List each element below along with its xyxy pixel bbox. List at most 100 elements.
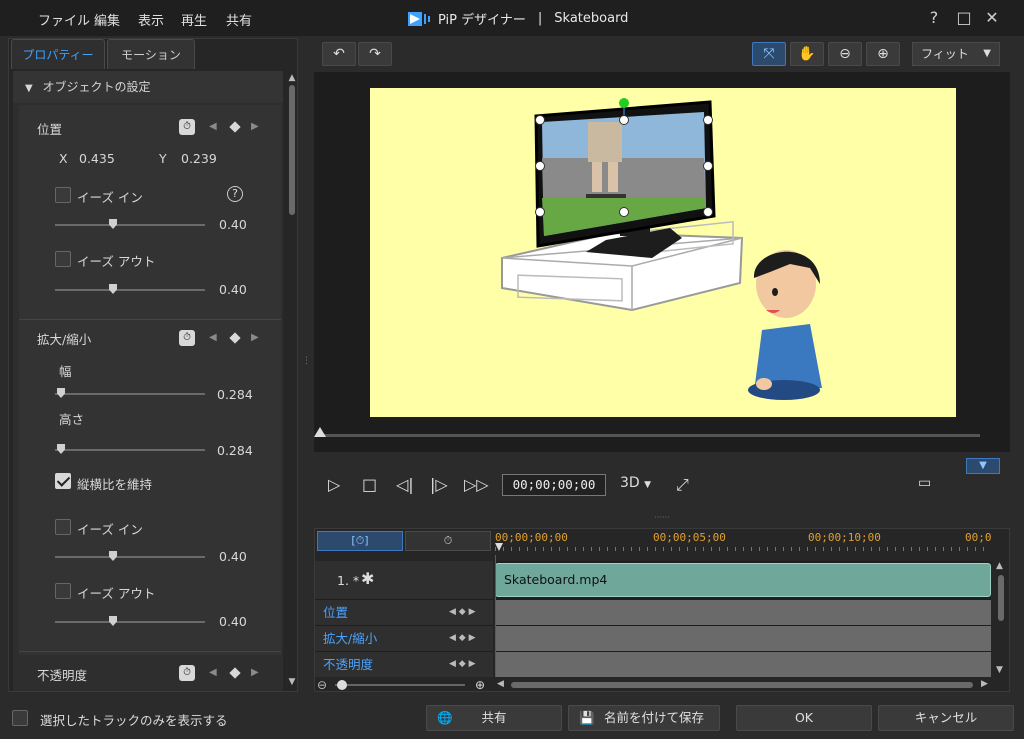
- playhead-thumb[interactable]: [314, 427, 326, 437]
- prev-keyframe-icon[interactable]: ◀: [209, 121, 217, 132]
- help-icon[interactable]: ?: [227, 186, 243, 202]
- three-d-button[interactable]: 3D ▼: [620, 475, 651, 491]
- redo-button[interactable]: ↷: [358, 42, 392, 66]
- width-value[interactable]: 0.284: [217, 387, 253, 402]
- tab-properties[interactable]: プロパティー: [11, 39, 105, 69]
- cancel-button[interactable]: キャンセル: [878, 705, 1014, 731]
- height-slider[interactable]: [55, 449, 205, 451]
- keyframe-nav-icons[interactable]: ◀ ◆ ▶: [449, 633, 476, 643]
- x-value[interactable]: 0.435: [79, 151, 115, 166]
- clock-icon[interactable]: ⏱: [405, 531, 491, 551]
- preview-canvas[interactable]: [370, 88, 956, 417]
- ease-in-slider[interactable]: [55, 224, 205, 226]
- ruler-ticks: [495, 547, 991, 551]
- keyframe-nav-icons[interactable]: ◀ ◆ ▶: [449, 659, 476, 669]
- keyframe-stopwatch-icon[interactable]: ⏱: [179, 330, 195, 346]
- object-settings-header[interactable]: ▼ オブジェクトの設定: [13, 71, 283, 103]
- maximize-button[interactable]: □: [954, 8, 974, 28]
- next-frame-icon[interactable]: |▷: [430, 475, 448, 494]
- scale-ease-in-checkbox[interactable]: [55, 519, 71, 535]
- menu-play[interactable]: 再生: [181, 10, 207, 29]
- ease-out-slider[interactable]: [55, 289, 205, 291]
- rotate-handle[interactable]: [619, 98, 629, 108]
- timeline-vertical-scrollbar[interactable]: ▲ ▼: [995, 561, 1007, 677]
- zoom-slider-thumb[interactable]: [337, 680, 347, 690]
- hand-tool-icon[interactable]: ✋: [790, 42, 824, 66]
- zoom-fit-dropdown[interactable]: フィット ▼: [912, 42, 1000, 66]
- timeline-zoom[interactable]: ⊖ ⊕: [317, 678, 489, 692]
- playhead-line: [495, 555, 496, 677]
- menu-edit[interactable]: 編集: [94, 10, 120, 29]
- zoom-out-icon[interactable]: ⊖: [317, 678, 327, 692]
- position-keyframe-lane[interactable]: [495, 599, 991, 625]
- tab-motion[interactable]: モーション: [107, 39, 195, 69]
- video-clip[interactable]: Skateboard.mp4: [495, 563, 991, 597]
- next-keyframe-icon[interactable]: ▶: [251, 667, 259, 678]
- y-value[interactable]: 0.239: [181, 151, 217, 166]
- undo-button[interactable]: ↶: [322, 42, 356, 66]
- scale-ease-out-checkbox[interactable]: [55, 583, 71, 599]
- timeline-splitter[interactable]: ······: [650, 514, 674, 522]
- keyframe-stopwatch-icon[interactable]: ⏱: [179, 119, 195, 135]
- ok-button[interactable]: OK: [736, 705, 872, 731]
- zoom-out-button[interactable]: ⊖: [828, 42, 862, 66]
- zoom-in-button[interactable]: ⊕: [866, 42, 900, 66]
- prev-keyframe-icon[interactable]: ◀: [209, 667, 217, 678]
- menu-view[interactable]: 表示: [138, 10, 164, 29]
- next-keyframe-icon[interactable]: ▶: [251, 121, 259, 132]
- save-as-button[interactable]: 💾 名前を付けて保存: [568, 705, 720, 731]
- ease-in-label: イーズ イン: [77, 190, 143, 205]
- scroll-down-icon[interactable]: ▼: [996, 665, 1003, 675]
- scroll-left-icon[interactable]: ◀: [497, 679, 504, 689]
- zoom-in-icon[interactable]: ⊕: [475, 678, 485, 692]
- track-header[interactable]: 1. * ✱: [315, 561, 493, 599]
- scale-ease-in-slider[interactable]: [55, 556, 205, 558]
- play-icon[interactable]: ▷: [328, 475, 340, 494]
- properties-scrollbar[interactable]: ▲ ▼: [287, 71, 297, 691]
- help-button[interactable]: ?: [924, 8, 944, 28]
- close-button[interactable]: ✕: [982, 8, 1002, 28]
- keyframe-stopwatch-icon[interactable]: ⏱: [179, 665, 195, 681]
- time-ruler[interactable]: 00;00;00;00 00;00;05;00 00;00;10;00 00;0: [495, 529, 992, 555]
- preview-seekbar[interactable]: [314, 427, 980, 437]
- fullscreen-icon[interactable]: ⤢: [676, 475, 689, 495]
- width-slider[interactable]: [55, 393, 205, 395]
- ease-out-checkbox[interactable]: [55, 251, 71, 267]
- scroll-right-icon[interactable]: ▶: [981, 679, 988, 689]
- keep-aspect-checkbox[interactable]: [55, 473, 71, 489]
- menu-file[interactable]: ファイル: [38, 10, 90, 29]
- timeline-horizontal-scrollbar[interactable]: ◀ ▶: [495, 679, 991, 691]
- scroll-down-icon[interactable]: ▼: [287, 677, 297, 687]
- select-move-tool-button[interactable]: ⤧: [752, 42, 786, 66]
- stop-icon[interactable]: □: [362, 475, 377, 494]
- keyframe-nav-icons[interactable]: ◀ ◆ ▶: [449, 607, 476, 617]
- playhead-marker[interactable]: [495, 543, 503, 551]
- share-button[interactable]: 🌐 共有: [426, 705, 562, 731]
- scrollbar-thumb[interactable]: [511, 682, 973, 688]
- height-value[interactable]: 0.284: [217, 443, 253, 458]
- menu-share[interactable]: 共有: [226, 10, 252, 29]
- next-keyframe-icon[interactable]: ▶: [251, 332, 259, 343]
- ease-in-checkbox[interactable]: [55, 187, 71, 203]
- timecode-display[interactable]: 00;00;00;00: [502, 474, 606, 496]
- scroll-up-icon[interactable]: ▲: [287, 73, 297, 83]
- splitter-handle[interactable]: ⋮: [302, 357, 311, 376]
- scale-keyframe-lane[interactable]: [495, 625, 991, 651]
- opacity-keyframe-lane[interactable]: [495, 651, 991, 677]
- zoom-slider-track[interactable]: [335, 684, 465, 686]
- show-selected-track-label: 選択したトラックのみを表示する: [40, 713, 228, 728]
- three-d-label: 3D: [620, 475, 640, 491]
- scale-ease-out-slider[interactable]: [55, 621, 205, 623]
- show-selected-track-checkbox[interactable]: [12, 710, 28, 726]
- prev-keyframe-icon[interactable]: ◀: [209, 332, 217, 343]
- scrollbar-thumb[interactable]: [289, 85, 295, 215]
- collapse-preview-button[interactable]: ▼: [966, 458, 1000, 474]
- scroll-up-icon[interactable]: ▲: [996, 561, 1003, 571]
- previous-frame-icon[interactable]: ◁|: [396, 475, 414, 494]
- safe-area-icon[interactable]: ▭: [918, 475, 931, 491]
- preview-stage: [314, 72, 1010, 452]
- add-keyframe-icon[interactable]: [229, 667, 241, 679]
- fast-forward-icon[interactable]: ▷▷: [464, 475, 489, 494]
- scrollbar-thumb[interactable]: [998, 575, 1004, 621]
- timeline-mode-button[interactable]: [⏱]: [317, 531, 403, 551]
